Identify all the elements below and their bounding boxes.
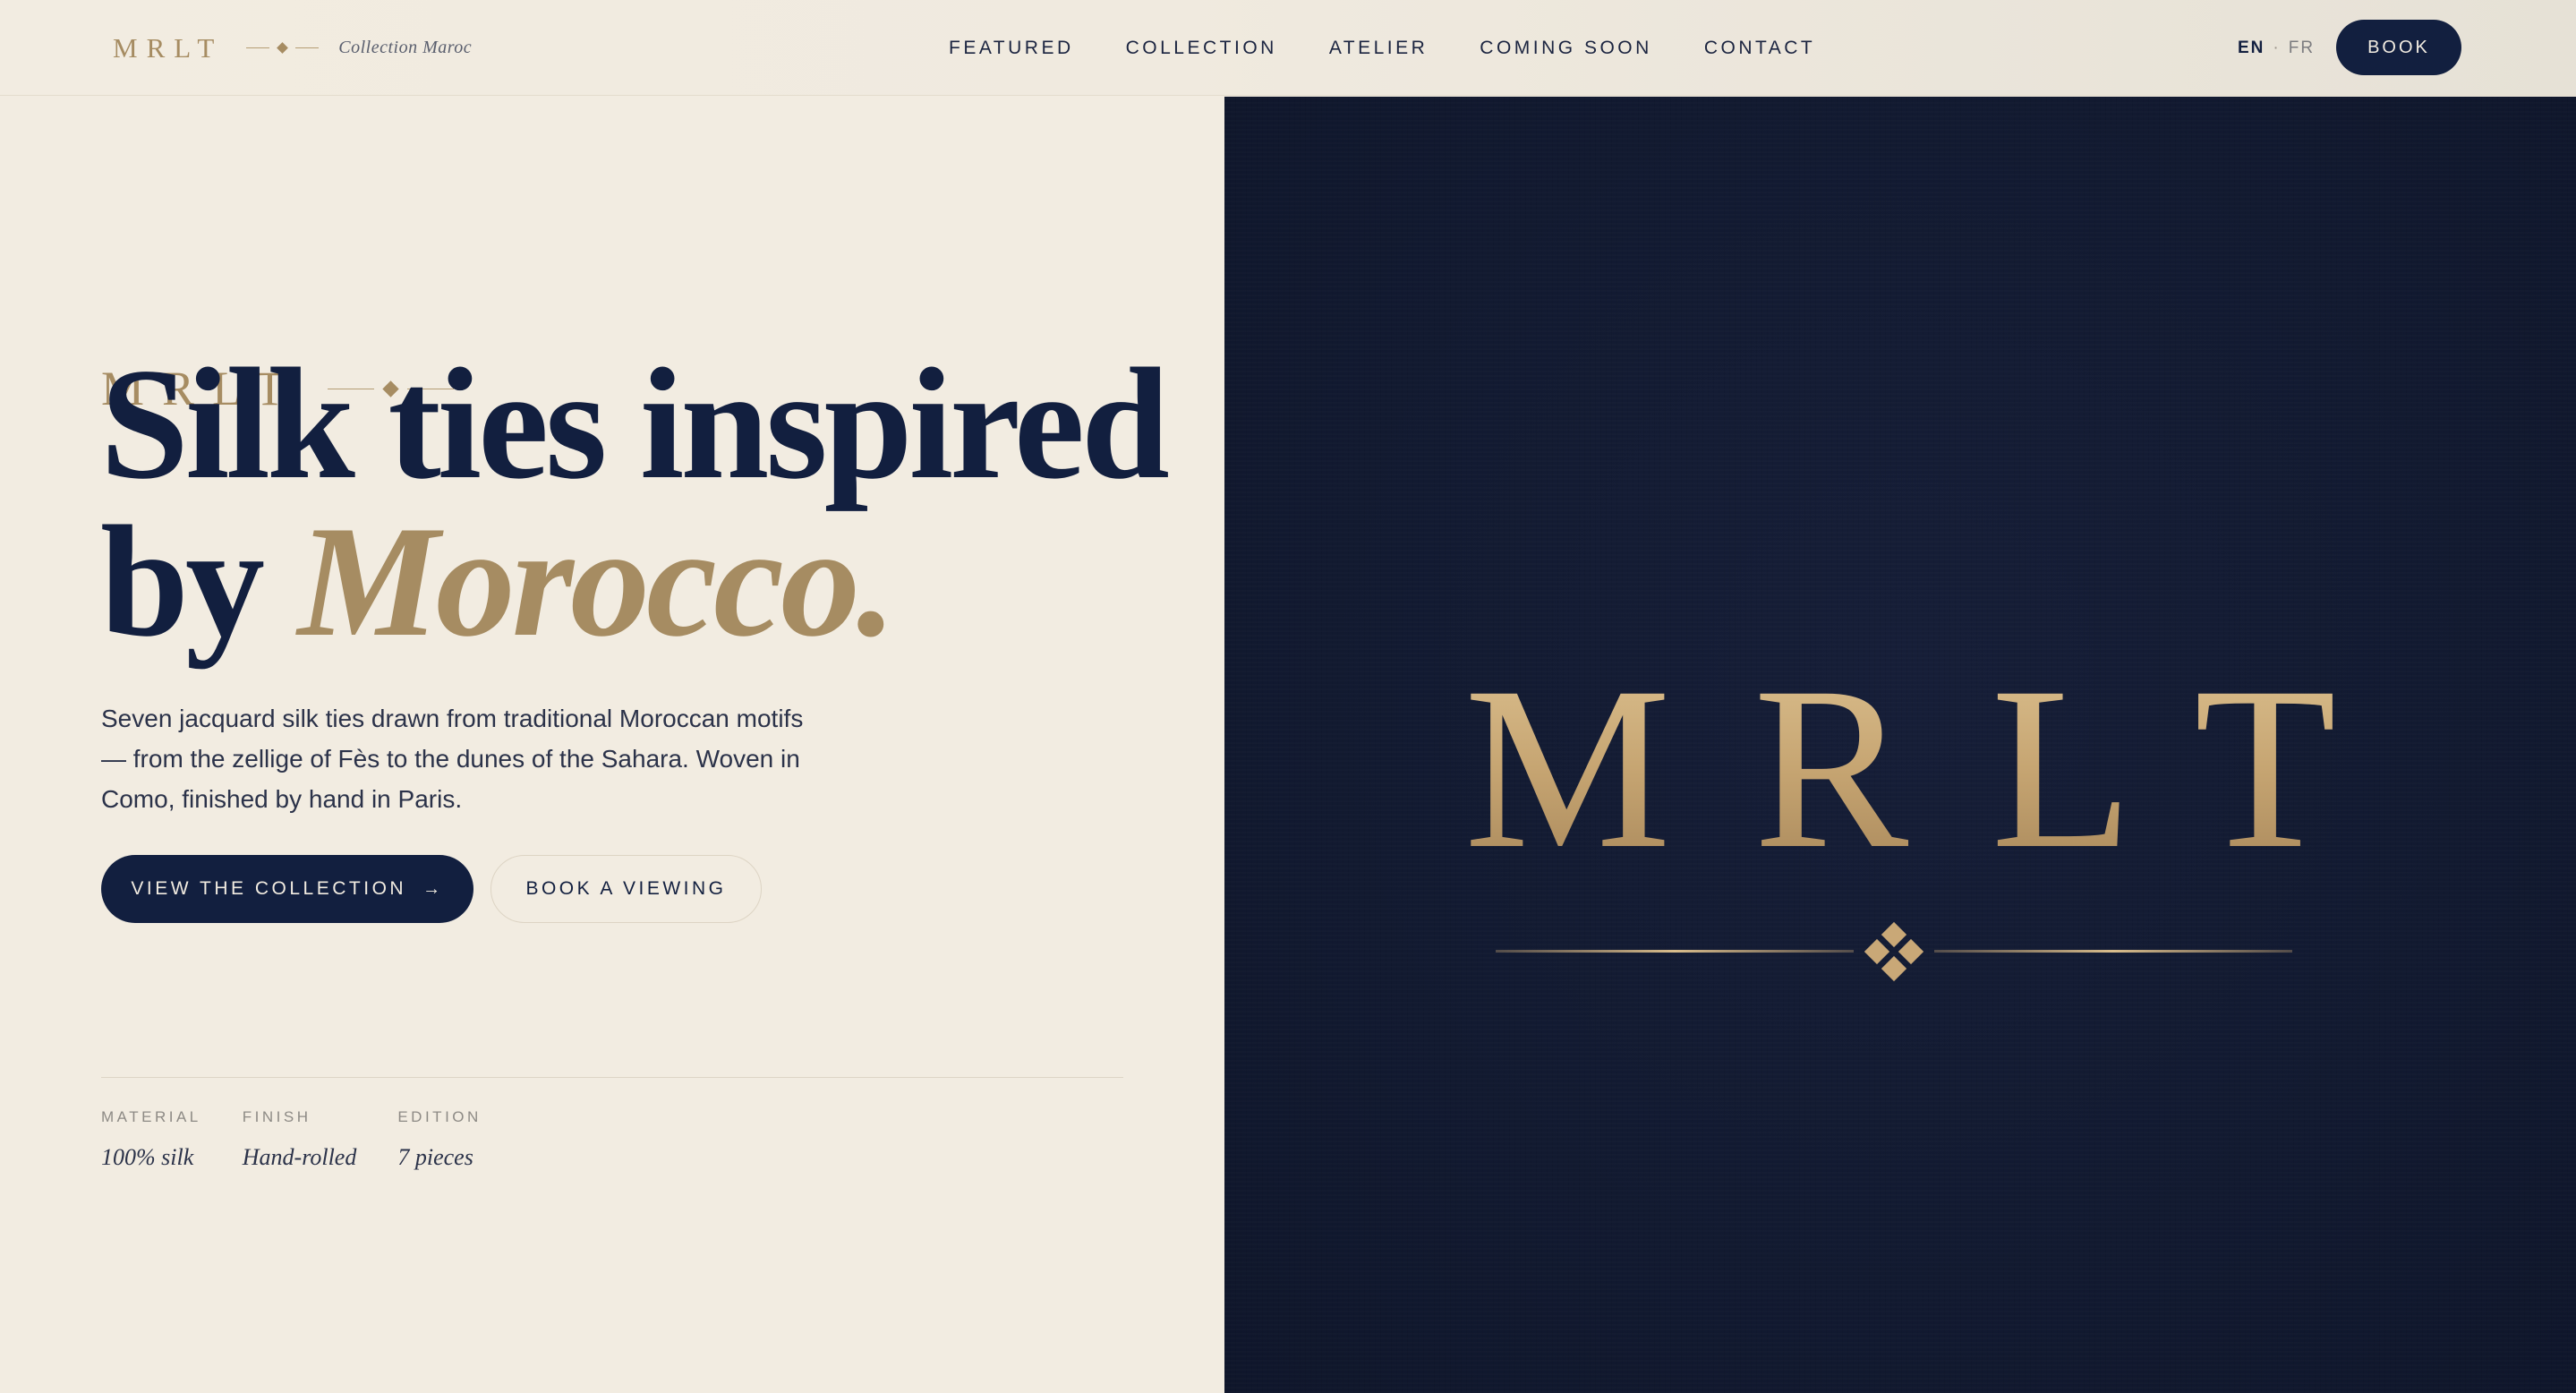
view-collection-label: VIEW THE COLLECTION — [131, 878, 407, 899]
spec-value: 100% silk — [101, 1144, 194, 1170]
book-button[interactable]: BOOK — [2336, 20, 2461, 75]
spec-edition: EDITION 7 pieces — [397, 1108, 481, 1171]
site-header: MRLT Collection Maroc FEATURED COLLECTIO… — [0, 0, 2576, 96]
book-viewing-label: BOOK A VIEWING — [525, 878, 727, 899]
nav-item-atelier[interactable]: ATELIER — [1329, 38, 1428, 59]
spec-finish: FINISH Hand-rolled — [243, 1108, 357, 1171]
hero-image: MRLT — [1224, 97, 2576, 1393]
hero-image-logo: MRLT — [1224, 652, 2576, 885]
lang-separator: · — [2273, 38, 2281, 57]
spec-label: FINISH — [242, 1108, 311, 1125]
headline-line-2-start: by — [100, 492, 298, 670]
brand-subtitle: Collection Maroc — [338, 38, 473, 57]
nav-item-contact[interactable]: CONTACT — [1704, 38, 1815, 59]
spec-label: EDITION — [397, 1108, 482, 1125]
nav-item-collection[interactable]: COLLECTION — [1126, 38, 1277, 59]
view-collection-button[interactable]: VIEW THE COLLECTION → — [101, 855, 473, 923]
spec-value: Hand-rolled — [242, 1144, 357, 1170]
spec-material: MATERIAL 100% silk — [101, 1108, 201, 1171]
hero-headline: Silk ties inspired by Morocco. — [100, 344, 1210, 661]
headline-accent: Morocco. — [297, 492, 897, 670]
nav-item-coming-soon[interactable]: COMING SOON — [1480, 38, 1652, 59]
product-specs: MATERIAL 100% silk FINISH Hand-rolled ED… — [101, 1108, 523, 1171]
language-switcher: EN · FR — [2238, 0, 2315, 96]
spec-label: MATERIAL — [101, 1108, 201, 1125]
lang-en[interactable]: EN — [2238, 38, 2265, 58]
hero-divider — [101, 1077, 1123, 1078]
book-viewing-button[interactable]: BOOK A VIEWING — [490, 855, 762, 923]
brand-logo[interactable]: MRLT — [113, 32, 223, 64]
spec-value: 7 pieces — [397, 1144, 473, 1170]
diamond-ornament-icon — [1496, 921, 2292, 982]
arrow-right-icon: → — [422, 878, 444, 899]
headline-line-1: Silk ties inspired — [100, 335, 1170, 512]
nav-item-featured[interactable]: FEATURED — [949, 38, 1074, 59]
brand[interactable]: MRLT Collection Maroc — [113, 0, 472, 96]
brand-ornament-icon — [246, 42, 320, 54]
hero-lead-text: Seven jacquard silk ties drawn from trad… — [101, 705, 804, 813]
main-nav: FEATURED COLLECTION ATELIER COMING SOON … — [949, 0, 1867, 96]
lang-fr[interactable]: FR — [2289, 38, 2315, 58]
